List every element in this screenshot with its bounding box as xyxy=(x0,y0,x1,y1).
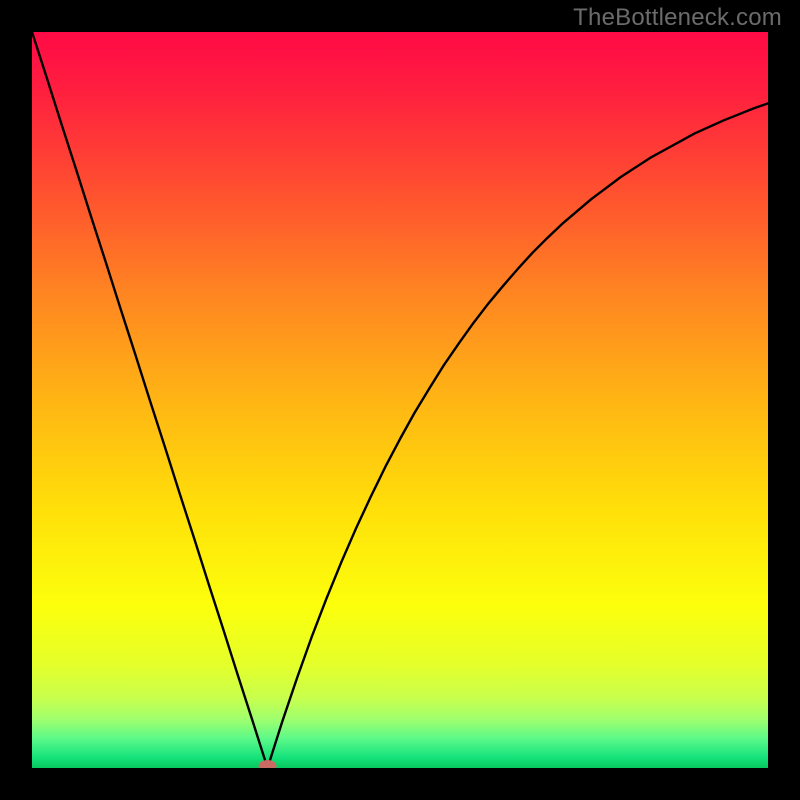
chart-svg xyxy=(32,32,768,768)
gradient-background xyxy=(32,32,768,768)
watermark-text: TheBottleneck.com xyxy=(573,4,782,32)
chart-frame: TheBottleneck.com xyxy=(0,0,800,800)
chart-plot-area xyxy=(32,32,768,768)
